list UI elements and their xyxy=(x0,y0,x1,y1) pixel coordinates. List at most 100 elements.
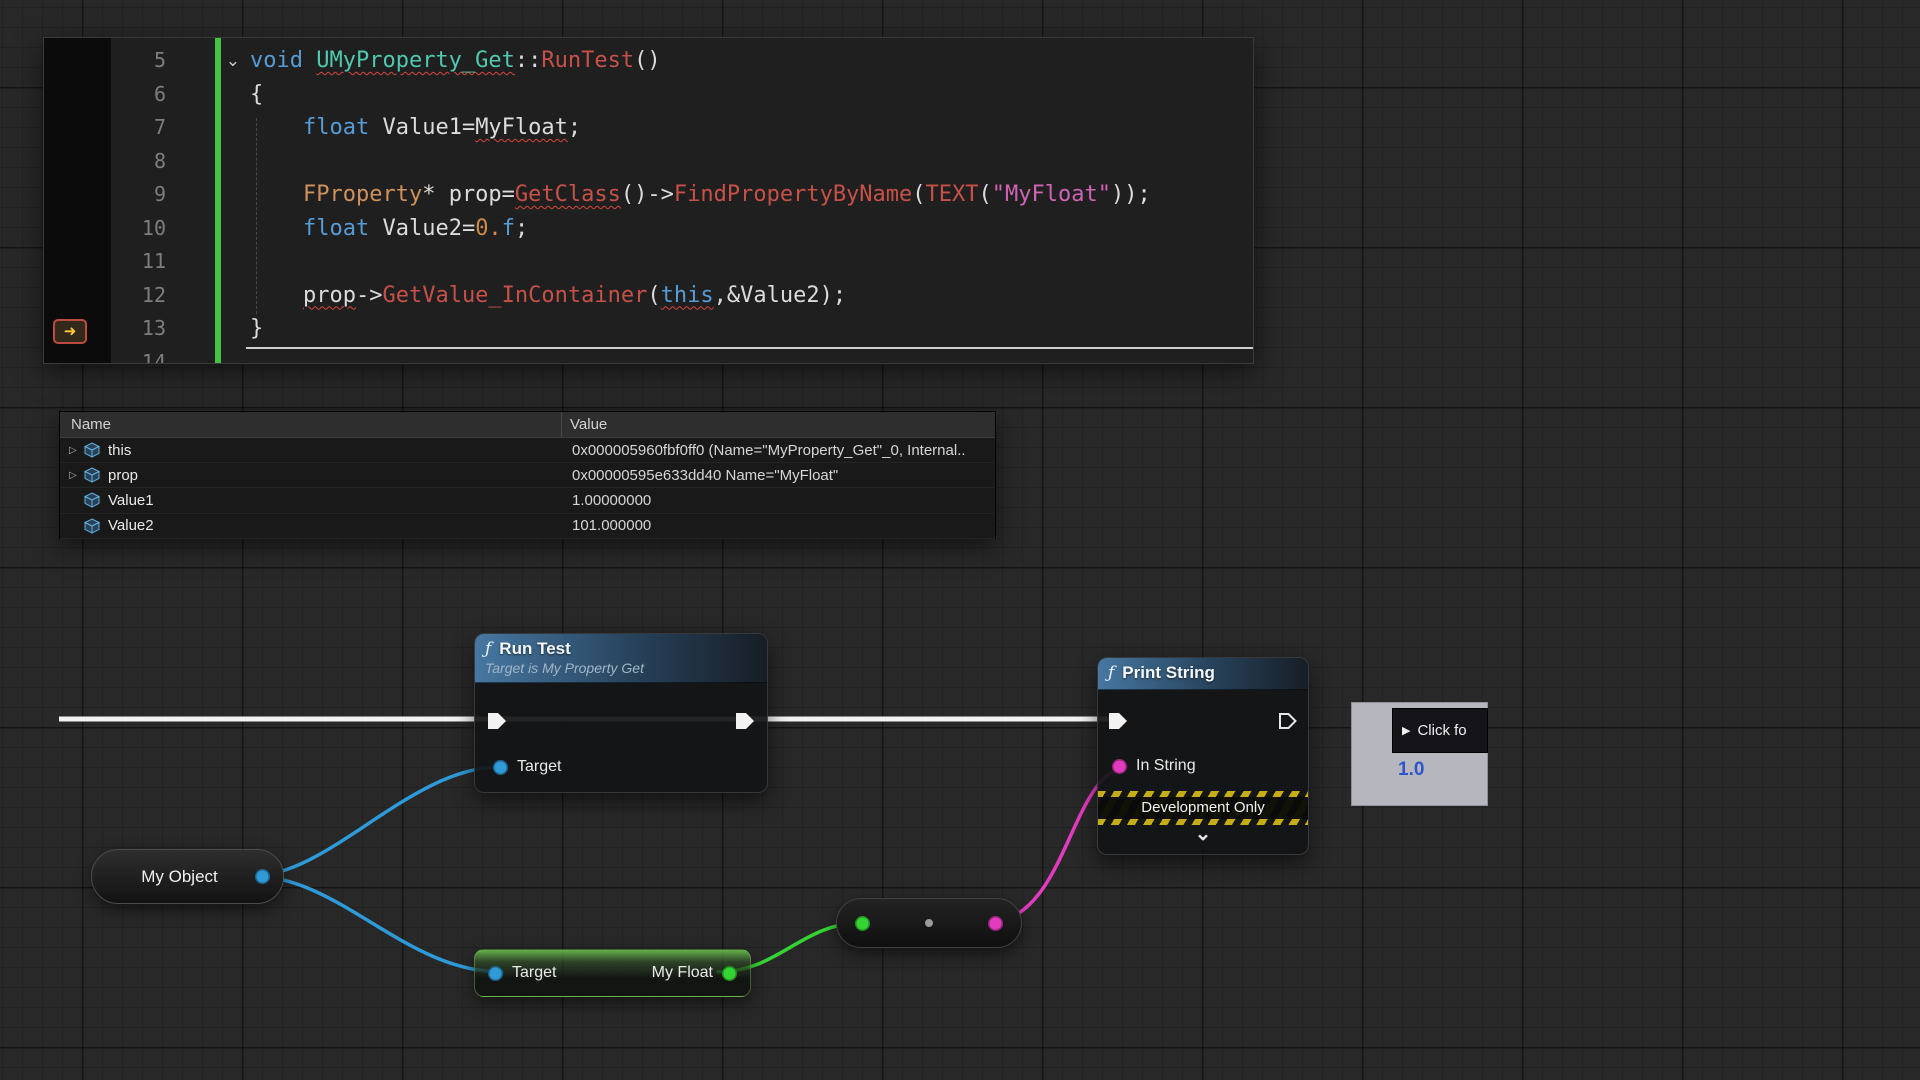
watch-row[interactable]: Value2 101.000000 xyxy=(60,514,995,539)
my-object-label: My Object xyxy=(92,867,255,887)
code-line: 13} xyxy=(44,312,1253,346)
tooltip-label: Click fo xyxy=(1417,722,1466,739)
in-string-pin-label: In String xyxy=(1136,757,1196,775)
fold-spacer xyxy=(166,145,250,179)
code-line: 6{ xyxy=(44,78,1253,112)
target-object-pin[interactable] xyxy=(493,760,508,775)
exec-out-pin[interactable] xyxy=(1278,712,1298,730)
code-line: 8 xyxy=(44,145,1253,179)
watch-variable-value: 0x000005960fbf0ff0 (Name="MyProperty_Get… xyxy=(572,442,966,459)
editor-split-line xyxy=(246,347,1253,349)
code-line: 12 prop->GetValue_InContainer(this,&Valu… xyxy=(44,279,1253,313)
watch-variable-name: Value1 xyxy=(108,492,154,509)
fold-spacer xyxy=(166,111,250,145)
run-test-subtitle: Target is My Property Get xyxy=(485,660,757,676)
code-editor[interactable]: 5⌄void UMyProperty_Get::RunTest()6{7 flo… xyxy=(43,37,1254,364)
my-object-output-pin[interactable] xyxy=(255,869,270,884)
fold-chevron-icon[interactable]: ⌄ xyxy=(166,44,250,78)
object-wire-to-runtest xyxy=(252,767,500,876)
line-number: 14 xyxy=(44,346,166,365)
print-string-title: Print String xyxy=(1122,663,1215,683)
code-line: 11 xyxy=(44,245,1253,279)
code-text[interactable]: prop->GetValue_InContainer(this,&Value2)… xyxy=(250,279,846,313)
line-number: 7 xyxy=(44,111,166,145)
my-object-node[interactable]: My Object xyxy=(91,849,284,904)
play-icon: ▶ xyxy=(1402,724,1410,737)
fold-spacer xyxy=(166,78,250,112)
change-tracker-bar xyxy=(215,38,221,363)
variable-icon xyxy=(83,467,101,483)
development-only-label: Development Only xyxy=(1098,797,1308,819)
my-float-output-pin[interactable] xyxy=(722,966,737,981)
run-test-node[interactable]: ƒ Run Test Target is My Property Get Tar… xyxy=(474,633,768,793)
fold-spacer xyxy=(166,178,250,212)
watch-variable-value: 101.000000 xyxy=(572,517,651,534)
conversion-output-pin[interactable] xyxy=(988,916,1003,931)
indent-guide xyxy=(256,118,257,314)
watch-row[interactable]: Value1 1.00000000 xyxy=(60,488,995,513)
code-text[interactable]: void UMyProperty_Get::RunTest() xyxy=(250,44,661,78)
print-string-node-header[interactable]: ƒ Print String xyxy=(1098,658,1308,690)
run-test-title: Run Test xyxy=(499,639,570,659)
run-test-node-header[interactable]: ƒ Run Test Target is My Property Get xyxy=(475,634,767,683)
execution-pointer-icon: ➜ xyxy=(53,319,87,344)
expand-arrow-icon[interactable]: ▷ xyxy=(69,470,83,481)
watch-variable-value: 1.00000000 xyxy=(572,492,651,509)
variable-icon xyxy=(83,492,101,508)
click-for-more-tooltip[interactable]: ▶ Click fo xyxy=(1392,708,1488,753)
in-string-pin[interactable] xyxy=(1112,759,1127,774)
line-number: 11 xyxy=(44,245,166,279)
fold-spacer xyxy=(166,212,250,246)
code-text[interactable]: { xyxy=(250,78,263,112)
watch-variable-name: prop xyxy=(108,467,138,484)
code-line: 5⌄void UMyProperty_Get::RunTest() xyxy=(44,44,1253,78)
debug-value: 1.0 xyxy=(1398,759,1424,781)
target-pin-label: Target xyxy=(517,758,561,776)
blueprint-canvas[interactable]: ƒ Run Test Target is My Property Get Tar… xyxy=(0,0,1920,1080)
node-expand-chevron-icon[interactable]: ⌄ xyxy=(1098,821,1308,851)
variable-icon xyxy=(83,442,101,458)
code-line: 10 float Value2=0.f; xyxy=(44,212,1253,246)
watch-header: Name Value xyxy=(60,412,995,438)
code-text[interactable]: FProperty* prop=GetClass()->FindProperty… xyxy=(250,178,1151,212)
expand-arrow-icon[interactable]: ▷ xyxy=(69,445,83,456)
line-number: 12 xyxy=(44,279,166,313)
watch-row[interactable]: ▷ this 0x000005960fbf0ff0 (Name="MyPropert… xyxy=(60,438,995,463)
code-text[interactable]: float Value2=0.f; xyxy=(250,212,528,246)
conversion-input-pin[interactable] xyxy=(855,916,870,931)
value-column-header[interactable]: Value xyxy=(561,412,995,437)
name-column-header[interactable]: Name xyxy=(60,416,561,433)
function-icon: ƒ xyxy=(1108,663,1114,683)
my-float-pin-label: My Float xyxy=(652,964,713,982)
get-my-float-node[interactable]: Target My Float xyxy=(474,949,751,997)
watch-window[interactable]: Name Value ▷ this 0x000005960fbf0ff0 (Name… xyxy=(59,411,996,539)
target-pin-label: Target xyxy=(512,964,556,982)
watch-variable-value: 0x00000595e633dd40 Name="MyFloat" xyxy=(572,467,838,484)
development-only-banner: Development Only xyxy=(1098,791,1308,825)
exec-in-pin[interactable] xyxy=(1108,712,1128,730)
watch-variable-name: this xyxy=(108,442,131,459)
watch-row[interactable]: ▷ prop 0x00000595e633dd40 Name="MyFloat" xyxy=(60,463,995,488)
code-lines: 5⌄void UMyProperty_Get::RunTest()6{7 flo… xyxy=(44,44,1253,364)
code-line: 7 float Value1=MyFloat; xyxy=(44,111,1253,145)
fold-spacer xyxy=(166,346,250,365)
target-object-pin[interactable] xyxy=(488,966,503,981)
exec-in-pin[interactable] xyxy=(487,712,507,730)
line-number: 6 xyxy=(44,78,166,112)
code-text[interactable]: float Value1=MyFloat; xyxy=(250,111,581,145)
variable-icon xyxy=(83,518,101,534)
line-number: 8 xyxy=(44,145,166,179)
conversion-dot-icon xyxy=(925,919,933,927)
fold-spacer xyxy=(166,279,250,313)
function-icon: ƒ xyxy=(485,639,491,659)
line-number: 9 xyxy=(44,178,166,212)
line-number: 10 xyxy=(44,212,166,246)
watch-rows: ▷ this 0x000005960fbf0ff0 (Name="MyPropert… xyxy=(60,438,995,539)
print-string-node[interactable]: ƒ Print String In String Development Onl… xyxy=(1097,657,1309,855)
float-to-string-conversion-node[interactable] xyxy=(836,898,1022,948)
line-number: 5 xyxy=(44,44,166,78)
code-text[interactable]: } xyxy=(250,312,263,346)
fold-spacer xyxy=(166,245,250,279)
exec-out-pin[interactable] xyxy=(735,712,755,730)
watch-variable-name: Value2 xyxy=(108,517,154,534)
